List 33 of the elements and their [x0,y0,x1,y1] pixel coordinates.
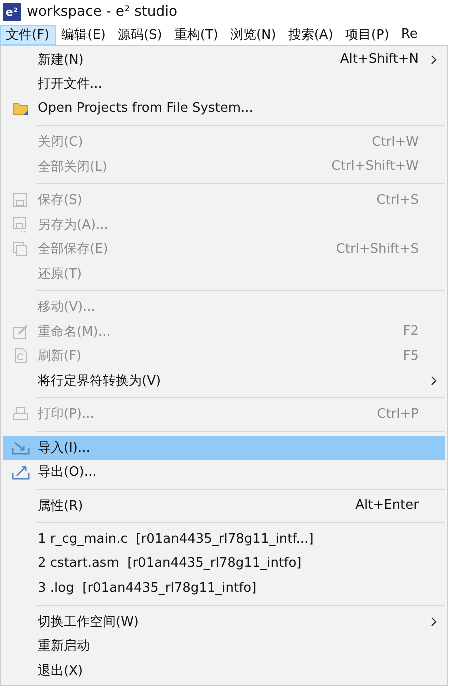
menu-bar-item[interactable]: Re [395,24,424,44]
chevron-right-icon [431,616,437,627]
folder-icon [12,102,28,116]
menu-bar-item[interactable]: 重构(T) [168,24,224,44]
chevron-right-icon [431,376,437,386]
chevron-right-icon [431,54,437,65]
menu-item[interactable]: 打开文件... [3,72,445,96]
app-logo-icon: e² [3,3,21,22]
menu-item[interactable]: 导入(I)... [3,436,445,460]
pencil-icon [12,324,28,340]
menu-bar-item[interactable]: 项目(P) [339,24,396,44]
menu-item[interactable]: 属性(R) Alt+Enter [3,494,445,518]
menu-item[interactable]: Open Projects from File System... [3,96,445,121]
menu-item[interactable]: 1 r_cg_main.c [r01an4435_rl78g11_intf...] [3,527,445,552]
menu-bar-item[interactable]: 文件(F) [0,24,56,44]
menu-item[interactable]: 2 cstart.asm [r01an4435_rl78g11_intfo] [3,552,445,576]
tray-arrow-icon [12,440,30,455]
menu-item[interactable]: 重新启动 [3,634,445,658]
menu-item[interactable]: 导出(O)... [3,460,445,484]
menu-item[interactable]: 将行定界符转换为(V) [3,368,445,393]
menu-bar-item[interactable]: 搜索(A) [282,24,340,44]
menu-bar-item[interactable]: 源码(S) [112,24,168,44]
window-title: workspace - e² studio [27,4,178,20]
floppy-disk-icon [13,216,28,233]
menu-item[interactable]: 新建(N) Alt+Shift+N [3,48,445,72]
menu-bar-item[interactable]: 编辑(E) [56,24,112,44]
menu-item[interactable]: 3 .log [r01an4435_rl78g11_intfo] [3,576,445,600]
stacked-disks-icon [13,242,28,257]
printer-icon [12,406,28,422]
tray-arrow-icon [12,464,30,480]
menu-item[interactable]: 切换工作空间(W) [3,610,445,634]
menu-item[interactable]: 退出(X) [3,658,445,683]
menu-bar-item[interactable]: 浏览(N) [224,24,282,44]
